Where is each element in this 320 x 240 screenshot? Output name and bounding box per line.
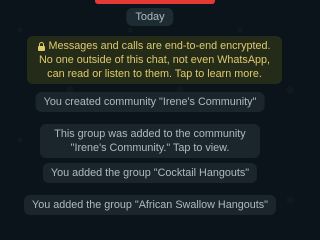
top-indicator-strip [95, 0, 215, 4]
lock-icon [38, 42, 46, 51]
encryption-notice-text: Messages and calls are end-to-end encryp… [38, 40, 271, 80]
encryption-notice[interactable]: Messages and calls are end-to-end encryp… [27, 36, 282, 84]
system-message-community-created: You created community "Irene's Community… [35, 92, 265, 112]
chat-area[interactable]: Today Messages and calls are end-to-end … [0, 0, 300, 240]
system-message-group-added: You added the group "African Swallow Han… [24, 195, 276, 215]
date-separator: Today [126, 8, 174, 26]
system-message-group-added: You added the group "Cocktail Hangouts" [42, 163, 258, 183]
system-message-added-to-community[interactable]: This group was added to the community "I… [40, 124, 260, 158]
